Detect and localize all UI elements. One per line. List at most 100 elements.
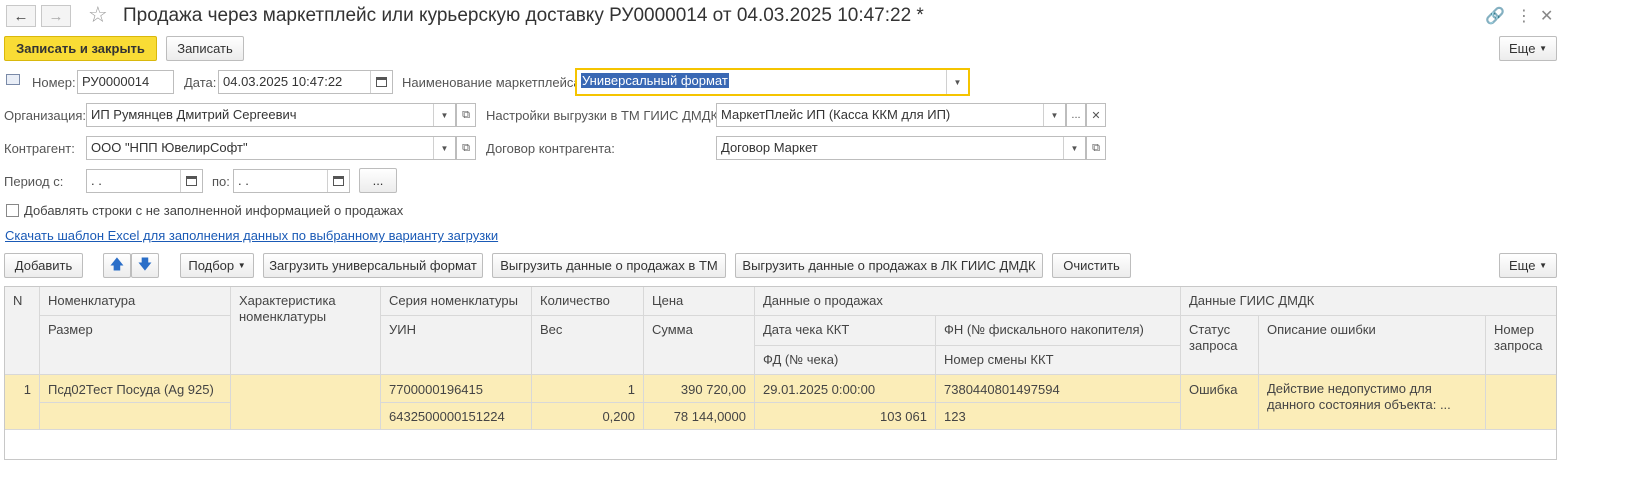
contract-field[interactable]: Договор Маркет ▼	[716, 136, 1086, 160]
cell-request-number[interactable]	[1486, 375, 1556, 430]
header-shift[interactable]: Номер смены ККТ	[936, 346, 1181, 375]
cell-quantity[interactable]: 1	[532, 375, 644, 403]
export-settings-label: Настройки выгрузки в ТМ ГИИС ДМДК:	[486, 108, 722, 123]
favorite-star-icon[interactable]: ☆	[88, 2, 108, 28]
export-settings-field[interactable]: МаркетПлейс ИП (Касса ККМ для ИП) ▼	[716, 103, 1066, 127]
chevron-down-icon: ▼	[237, 261, 246, 270]
number-label: Номер:	[32, 75, 76, 90]
more-button[interactable]: Еще ▼	[1499, 36, 1557, 61]
header-n[interactable]: N	[5, 287, 40, 375]
header-sum[interactable]: Сумма	[644, 316, 755, 375]
period-to-value: . .	[238, 173, 249, 188]
header-sales-data[interactable]: Данные о продажах	[755, 287, 1181, 316]
header-nomenclature[interactable]: Номенклатура	[40, 287, 231, 316]
cell-size[interactable]	[40, 403, 231, 430]
cell-check-date[interactable]: 29.01.2025 0:00:00	[755, 375, 936, 403]
cell-price[interactable]: 390 720,00	[644, 375, 755, 403]
header-series[interactable]: Серия номенклатуры	[381, 287, 532, 316]
add-button[interactable]: Добавить	[4, 253, 83, 278]
number-field[interactable]: РУ0000014	[77, 70, 174, 94]
period-to-field[interactable]: . .	[233, 169, 350, 193]
back-button[interactable]: ←	[6, 5, 36, 27]
cell-error[interactable]: Действие недопустимо для данного состоян…	[1259, 375, 1486, 430]
arrow-down-icon: 🡇	[137, 255, 153, 272]
period-from-field[interactable]: . .	[86, 169, 203, 193]
save-close-button[interactable]: Записать и закрыть	[4, 36, 157, 61]
header-giis-data[interactable]: Данные ГИИС ДМДК	[1181, 287, 1556, 316]
header-fn[interactable]: ФН (№ фискального накопителя)	[936, 316, 1181, 346]
table-more-button[interactable]: Еще ▼	[1499, 253, 1557, 278]
period-to-label: по:	[212, 174, 230, 189]
dropdown-arrow-icon[interactable]: ▼	[433, 137, 455, 159]
header-uin[interactable]: УИН	[381, 316, 532, 375]
period-select-button[interactable]: ...	[359, 168, 397, 193]
export-tm-button[interactable]: Выгрузить данные о продажах в ТМ	[492, 253, 726, 278]
save-button[interactable]: Записать	[166, 36, 244, 61]
close-icon[interactable]: ✕	[1540, 6, 1553, 26]
sales-table[interactable]: N Номенклатура Размер Характеристика ном…	[4, 286, 1557, 460]
link-icon[interactable]: 🔗	[1485, 6, 1505, 26]
dropdown-arrow-icon[interactable]: ▼	[433, 104, 455, 126]
move-up-button[interactable]: 🡅	[103, 253, 131, 278]
clear-button[interactable]: Очистить	[1052, 253, 1131, 278]
counterparty-label: Контрагент:	[4, 141, 75, 156]
forward-button[interactable]: →	[41, 5, 71, 27]
dropdown-arrow-icon[interactable]: ▼	[946, 70, 968, 94]
header-quantity[interactable]: Количество	[532, 287, 644, 316]
more-label: Еще	[1509, 41, 1536, 56]
header-check-date[interactable]: Дата чека ККТ	[755, 316, 936, 346]
clear-icon[interactable]: ✕	[1086, 103, 1106, 127]
add-rows-label: Добавлять строки с не заполненной информ…	[24, 203, 404, 218]
calendar-icon[interactable]	[370, 71, 392, 93]
header-fd[interactable]: ФД (№ чека)	[755, 346, 936, 375]
cell-characteristic[interactable]	[231, 375, 381, 430]
chevron-down-icon: ▼	[1539, 44, 1547, 53]
cell-nomenclature[interactable]: Псд02Тест Посуда (Ag 925)	[40, 375, 231, 403]
cell-shift[interactable]: 123	[936, 403, 1181, 430]
header-characteristic[interactable]: Характеристика номенклатуры	[231, 287, 381, 375]
dropdown-arrow-icon[interactable]: ▼	[1063, 137, 1085, 159]
open-icon[interactable]: ⧉	[456, 103, 476, 127]
open-icon[interactable]: ⧉	[1086, 136, 1106, 160]
load-universal-button[interactable]: Загрузить универсальный формат	[263, 253, 483, 278]
header-request-number[interactable]: Номер запроса	[1486, 316, 1556, 375]
export-settings-value: МаркетПлейс ИП (Касса ККМ для ИП)	[721, 107, 951, 122]
header-price[interactable]: Цена	[644, 287, 755, 316]
ellipsis-icon[interactable]: ...	[1066, 103, 1086, 127]
header-request-status[interactable]: Статус запроса	[1181, 316, 1259, 375]
cell-status[interactable]: Ошибка	[1181, 375, 1259, 430]
marketplace-select[interactable]: Универсальный формат ▼	[575, 68, 970, 96]
calendar-icon[interactable]	[327, 170, 349, 192]
add-rows-checkbox[interactable]	[6, 204, 19, 217]
calendar-icon[interactable]	[180, 170, 202, 192]
counterparty-field[interactable]: ООО "НПП ЮвелирСофт" ▼	[86, 136, 456, 160]
cell-sum[interactable]: 78 144,0000	[644, 403, 755, 430]
org-label: Организация:	[4, 108, 87, 123]
dropdown-arrow-icon[interactable]: ▼	[1043, 104, 1065, 126]
date-label: Дата:	[184, 75, 217, 90]
more-vert-icon[interactable]: ⋮	[1516, 6, 1532, 26]
date-field[interactable]: 04.03.2025 10:47:22	[218, 70, 393, 94]
cell-n[interactable]: 1	[5, 375, 40, 430]
marketplace-value: Универсальный формат	[581, 73, 729, 88]
cell-uin[interactable]: 6432500000151224	[381, 403, 532, 430]
pick-button[interactable]: Подбор ▼	[180, 253, 254, 278]
cell-series[interactable]: 7700000196415	[381, 375, 532, 403]
move-down-button[interactable]: 🡇	[131, 253, 159, 278]
header-error-desc[interactable]: Описание ошибки	[1259, 316, 1486, 375]
header-weight[interactable]: Вес	[532, 316, 644, 375]
pick-label: Подбор	[188, 258, 235, 273]
template-link[interactable]: Скачать шаблон Excel для заполнения данн…	[5, 228, 498, 243]
arrow-right-icon: →	[48, 7, 64, 25]
open-icon[interactable]: ⧉	[456, 136, 476, 160]
arrow-left-icon: ←	[13, 7, 29, 25]
contract-label: Договор контрагента:	[486, 141, 615, 156]
contract-value: Договор Маркет	[721, 140, 818, 155]
cell-fd[interactable]: 103 061	[755, 403, 936, 430]
header-size[interactable]: Размер	[40, 316, 231, 375]
date-value: 04.03.2025 10:47:22	[223, 74, 343, 89]
export-lk-button[interactable]: Выгрузить данные о продажах в ЛК ГИИС ДМ…	[735, 253, 1043, 278]
cell-fn[interactable]: 7380440801497594	[936, 375, 1181, 403]
cell-weight[interactable]: 0,200	[532, 403, 644, 430]
org-field[interactable]: ИП Румянцев Дмитрий Сергеевич ▼	[86, 103, 456, 127]
